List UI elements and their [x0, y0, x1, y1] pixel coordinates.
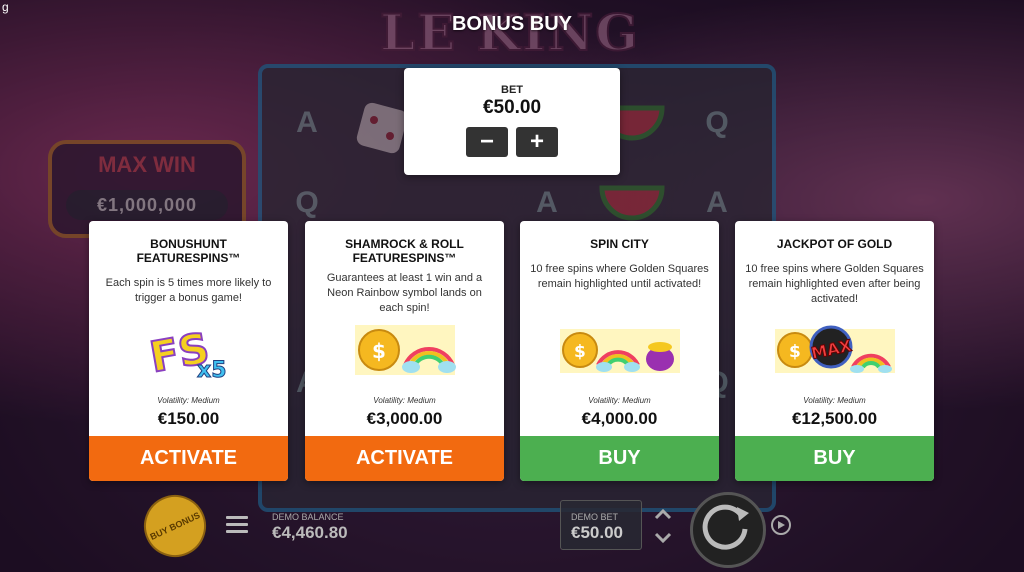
fs-x5-icon: FS x5: [89, 319, 288, 389]
card-description: Guarantees at least 1 win and a Neon Rai…: [326, 272, 483, 314]
card-price: €150.00: [157, 409, 220, 428]
bet-panel: BET €50.00 − +: [404, 68, 620, 175]
card-volatility: Volatility: Medium: [157, 396, 220, 405]
card-title: BONUSHUNT FEATURESPINS™: [136, 237, 241, 265]
activate-button[interactable]: ACTIVATE: [305, 436, 504, 481]
demo-balance-label: DEMO BALANCE: [272, 512, 344, 522]
card-title: SPIN CITY: [590, 237, 649, 251]
increase-bet-button[interactable]: +: [516, 127, 558, 157]
card-description: 10 free spins where Golden Squares remai…: [745, 263, 924, 305]
bet-adjust-arrows[interactable]: [648, 504, 678, 548]
bonus-card-bonushunt: BONUSHUNT FEATURESPINS™ Each spin is 5 t…: [89, 221, 288, 481]
chevron-down-icon[interactable]: [654, 532, 672, 544]
bet-label: BET: [501, 84, 523, 96]
bonus-card-spin-city: SPIN CITY 10 free spins where Golden Squ…: [520, 221, 719, 481]
bet-value: €50.00: [482, 97, 542, 118]
card-price: €4,000.00: [581, 409, 658, 428]
svg-text:$: $: [789, 342, 801, 362]
svg-text:$: $: [372, 339, 386, 363]
card-price: €3,000.00: [366, 409, 443, 428]
autoplay-icon[interactable]: [768, 512, 794, 538]
card-volatility: Volatility: Medium: [588, 396, 651, 405]
spin-icon: [702, 504, 749, 550]
spin-button[interactable]: [690, 492, 766, 568]
card-description: Each spin is 5 times more likely to trig…: [105, 277, 272, 304]
buy-button[interactable]: BUY: [520, 436, 719, 481]
coin-rainbow-pot-icon: $: [520, 319, 719, 389]
demo-balance-value: €4,460.80: [272, 523, 348, 542]
card-title: JACKPOT OF GOLD: [776, 237, 893, 251]
card-title: SHAMROCK & ROLL FEATURESPINS™: [345, 237, 464, 265]
activate-button[interactable]: ACTIVATE: [89, 436, 288, 481]
coin-max-rainbow-icon: $ MAX: [735, 319, 934, 389]
coin-rainbow-icon: $: [305, 319, 504, 389]
demo-bet-value: €50.00: [571, 523, 623, 542]
menu-icon[interactable]: [226, 516, 248, 534]
card-price: €12,500.00: [791, 409, 878, 428]
svg-text:x5: x5: [197, 358, 227, 383]
buy-button[interactable]: BUY: [735, 436, 934, 481]
demo-bet-panel: DEMO BET €50.00: [560, 500, 642, 550]
card-description: 10 free spins where Golden Squares remai…: [530, 263, 709, 290]
page-title: BONUS BUY: [451, 13, 572, 35]
corner-text: g: [2, 0, 9, 14]
card-volatility: Volatility: Medium: [803, 396, 866, 405]
decrease-bet-button[interactable]: −: [466, 127, 508, 157]
card-volatility: Volatility: Medium: [373, 396, 436, 405]
bonus-card-jackpot: JACKPOT OF GOLD 10 free spins where Gold…: [735, 221, 934, 481]
chevron-up-icon[interactable]: [654, 508, 672, 520]
svg-text:$: $: [574, 342, 586, 362]
demo-bet-label: DEMO BET: [571, 512, 619, 522]
bonus-card-shamrock: SHAMROCK & ROLL FEATURESPINS™ Guarantees…: [305, 221, 504, 481]
